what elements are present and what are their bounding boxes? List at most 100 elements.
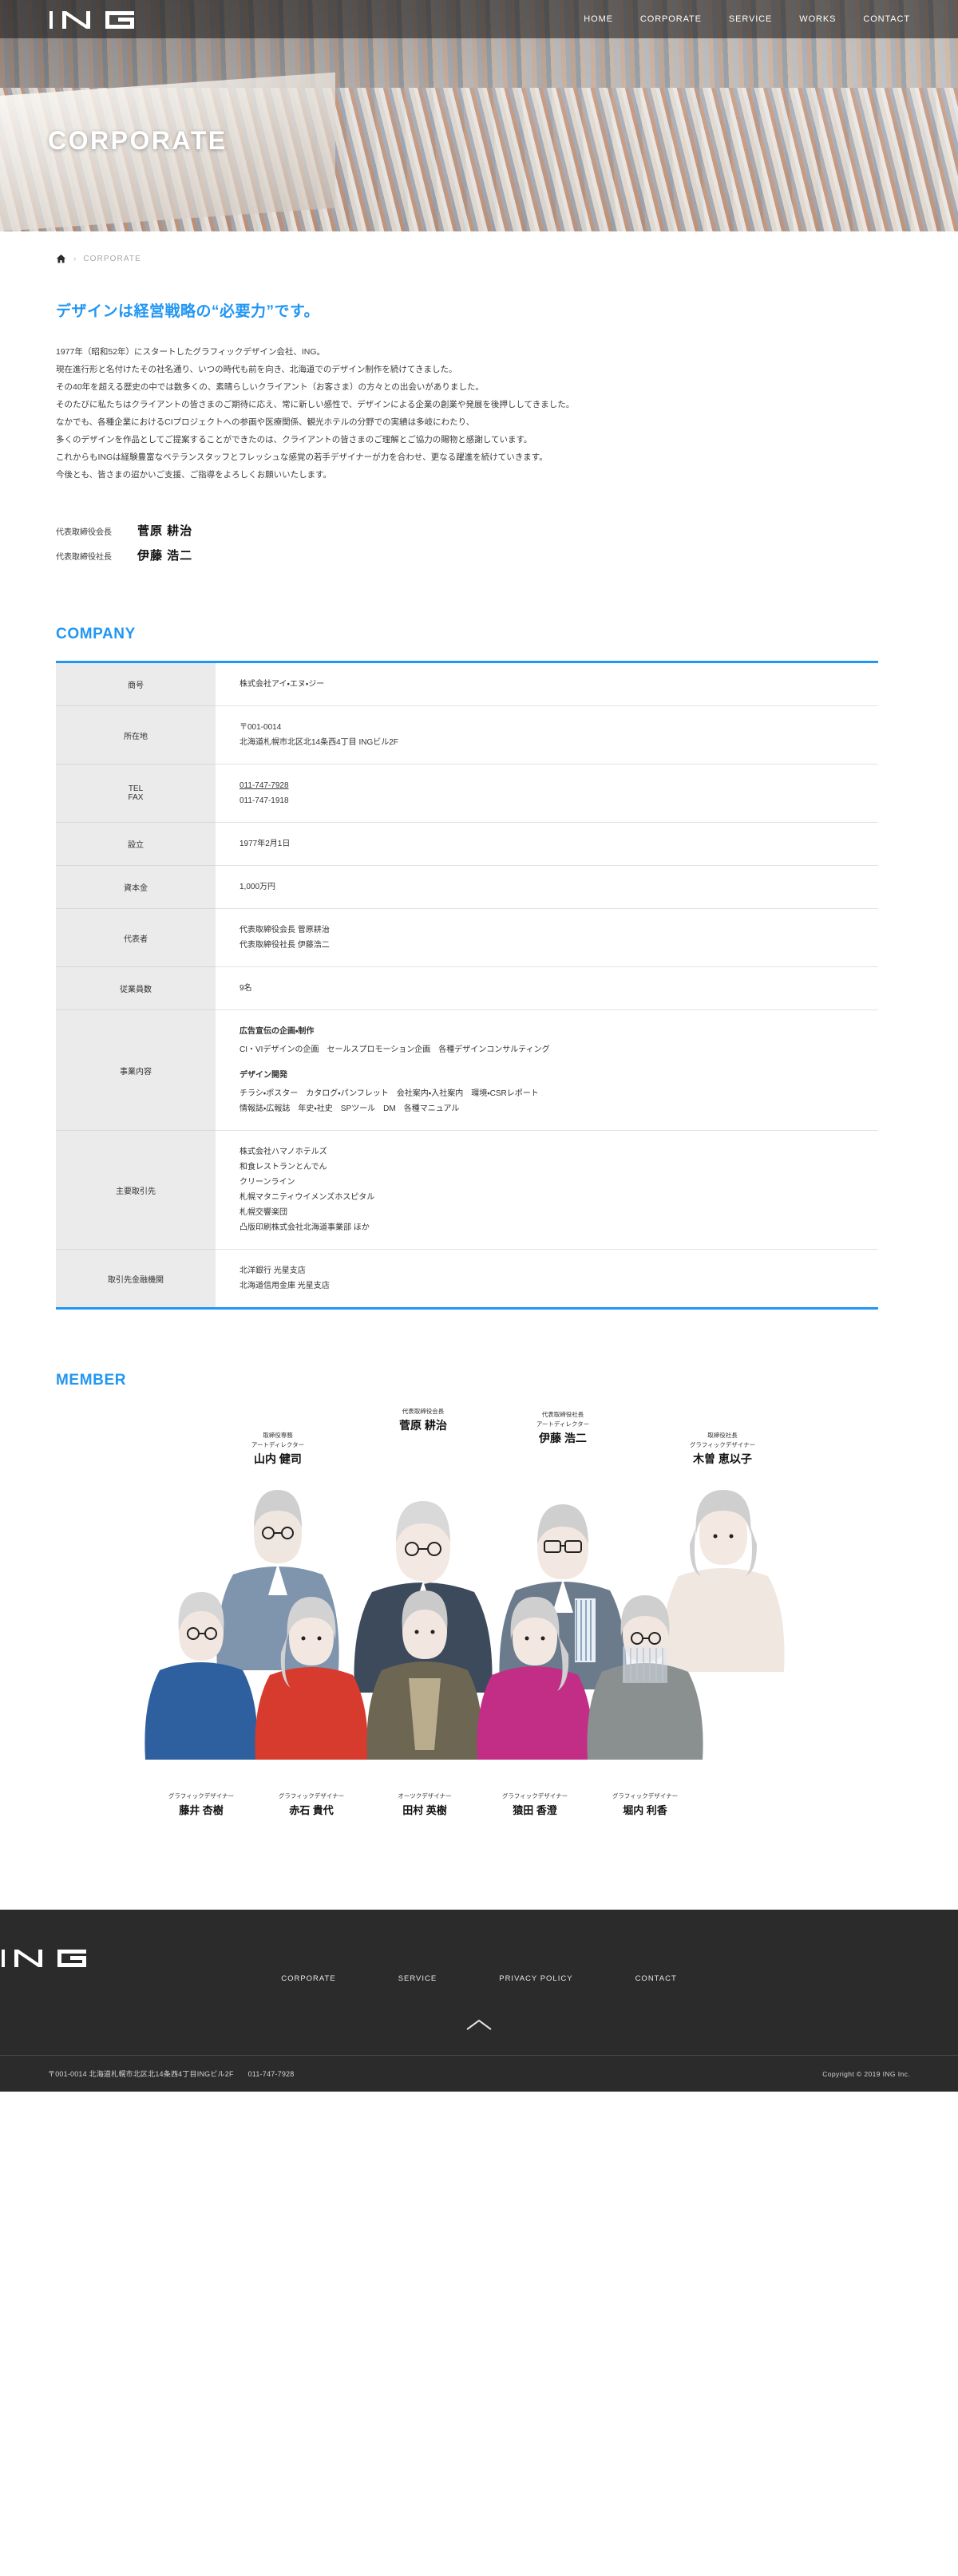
row-value: 株式会社アイ・エヌ・ジー [216,662,878,706]
value-line: クリーンライン [240,1178,295,1187]
member-name: 猿田 香澄 [512,1804,558,1816]
row-value: 株式会社ハマノホテルズ 和食レストランとんでん クリーンライン 札幌マタニティウ… [216,1130,878,1250]
company-info-table: 商号 株式会社アイ・エヌ・ジー 所在地 〒001-0014 北海道札幌市北区北1… [56,661,878,1310]
member-heading: MEMBER [56,1372,127,1389]
member-role: 取締役専務 [263,1431,293,1439]
row-value: 代表取締役会長 菅原耕治 代表取締役社長 伊藤浩二 [216,908,878,967]
value-line: CI・VIデザインの企画 セールスプロモーション企画 各種デザインコンサルティン… [240,1045,550,1054]
lead-line: 今後とも、皆さまの迢かいご支援、ご指導をよろしくお願いいたします。 [56,470,332,480]
table-row: 取引先金融機関 北洋銀行 光星支店 北海道信用金庫 光星支店 [56,1249,878,1309]
breadcrumb-current: CORPORATE [83,255,141,263]
row-value: 北洋銀行 光星支店 北海道信用金庫 光星支店 [216,1250,878,1309]
nav-item-contact[interactable]: CONTACT [863,14,910,24]
nav-item-corporate[interactable]: CORPORATE [640,14,702,24]
member-name: 木曽 恵以子 [692,1452,752,1465]
site-logo[interactable] [48,8,152,32]
value-line: 札幌交響楽団 [240,1208,287,1217]
footer-navigation[interactable]: CORPORATE SERVICE PRIVACY POLICY CONTACT [0,1974,958,2018]
footer-copyright: Copyright © 2019 ING Inc. [822,2069,910,2078]
value-line: 札幌マタニティウイメンズホスピタル [240,1193,375,1202]
signature-name: 菅原 耕治 [137,524,193,538]
value-line: 凸版印刷株式会社北海道事業部 ほか [240,1223,370,1232]
row-label: 事業内容 [56,1009,216,1131]
lead-line: なかでも、各種企業におけるCIプロジェクトへの参画や医療関係、観光ホテルの分野で… [56,417,475,427]
member-illustration: 取締役専務 アートディレクター 山内 健司 代表取締役会長 菅原 耕治 代表取締… [48,1407,910,1854]
nav-item-works[interactable]: WORKS [799,14,836,24]
table-row: 所在地 〒001-0014 北海道札幌市北区北14条西4丁目 INGビル2F [56,705,878,765]
breadcrumb: › CORPORATE [48,254,910,264]
label-line: FAX [128,793,144,802]
page-title: CORPORATE [48,126,228,155]
footer-nav-corporate[interactable]: CORPORATE [281,1974,335,1983]
footer-logo[interactable] [0,1950,104,1973]
member-role: グラフィックデザイナー [690,1440,755,1448]
value-line: 株式会社ハマノホテルズ [240,1148,327,1156]
footer-address-text: 〒001-0014 北海道札幌市北区北14条西4丁目INGビル2F [48,2070,234,2078]
signature-role: 代表取締役社長 [56,553,112,562]
ing-logo-icon [2,1950,86,1967]
value-line: 代表取締役会長 菅原耕治 [240,926,330,934]
footer-address: 〒001-0014 北海道札幌市北区北14条西4丁目INGビル2F 011-747… [48,2068,294,2079]
site-footer: CORPORATE SERVICE PRIVACY POLICY CONTACT… [0,1910,958,2092]
table-row: TEL FAX 011-747-7928 011-747-1918 [56,764,878,823]
member-role: 取締役社長 [707,1431,738,1439]
chevron-up-icon [466,2019,492,2030]
lead-line: これからもINGは経験豊富なベテランスタッフとフレッシュな感覚の若手デザイナーが… [56,452,548,462]
row-label: 資本金 [56,865,216,909]
member-role: アートディレクター [251,1440,304,1448]
member-name: 堀内 利香 [623,1804,668,1816]
member-role: アートディレクター [536,1420,589,1428]
footer-nav-contact[interactable]: CONTACT [635,1974,677,1983]
back-to-top-button[interactable] [0,2018,958,2055]
nav-item-service[interactable]: SERVICE [729,14,772,24]
row-label: 取引先金融機関 [56,1249,216,1309]
member-role: グラフィックデザイナー [612,1792,678,1800]
table-row: 主要取引先 株式会社ハマノホテルズ 和食レストランとんでん クリーンライン 札幌… [56,1130,878,1250]
home-icon [56,254,66,263]
value-line: 代表取締役社長 伊藤浩二 [240,941,330,950]
group-title: 広告宣伝の企画・制作 [240,1027,315,1036]
row-value: 1977年2月1日 [216,822,878,866]
footer-bottom-bar: 〒001-0014 北海道札幌市北区北14条西4丁目INGビル2F 011-747… [0,2055,958,2092]
signature-row: 代表取締役会長 菅原 耕治 [56,522,910,539]
footer-nav-service[interactable]: SERVICE [398,1974,437,1983]
lead-line: その40年を超える歴史の中では数多くの、素晴らしいクライアント（お客さま）の方々… [56,382,484,392]
member-role: 代表取締役社長 [542,1410,584,1418]
lead-line: そのたびに私たちはクライアントの皆さまのご期待に応え、常に新しい感性で、デザイン… [56,400,575,409]
ing-logo-icon [49,11,134,29]
row-value: 011-747-7928 011-747-1918 [216,764,878,823]
row-value: 〒001-0014 北海道札幌市北区北14条西4丁目 INGビル2F [216,705,878,765]
lead-paragraphs: 1977年（昭和52年）にスタートしたグラフィックデザイン会社、ING。 現在進… [56,343,910,484]
value-line: 北海道札幌市北区北14条西4丁目 INGビル2F [240,738,398,747]
breadcrumb-home-link[interactable] [56,254,66,264]
main-navigation[interactable]: HOME CORPORATE SERVICE WORKS CONTACT [584,8,910,30]
staff-group-illustration: 取締役専務 アートディレクター 山内 健司 代表取締役会長 菅原 耕治 代表取締… [144,1407,785,1816]
table-row: 代表者 代表取締役会長 菅原耕治 代表取締役社長 伊藤浩二 [56,908,878,967]
member-name: 菅原 耕治 [399,1419,447,1432]
member-role: 代表取締役会長 [402,1407,445,1415]
figure-back-4 [662,1490,785,1672]
member-name: 藤井 杏樹 [178,1804,224,1816]
lead-line: 1977年（昭和52年）にスタートしたグラフィックデザイン会社、ING。 [56,347,325,357]
value-line: 北海道信用金庫 光星支店 [240,1282,330,1290]
member-role: グラフィックデザイナー [502,1792,568,1800]
member-name: 伊藤 浩二 [538,1432,587,1444]
value-line: 北洋銀行 光星支店 [240,1266,306,1275]
value-line: 株式会社アイ・エヌ・ジー [240,680,325,689]
table-row: 資本金 1,000万円 [56,865,878,909]
company-heading: COMPANY [56,626,136,642]
member-role: グラフィックデザイナー [279,1792,344,1800]
member-name: 田村 英樹 [402,1804,447,1816]
signature-name: 伊藤 浩二 [137,549,193,563]
row-label: 主要取引先 [56,1130,216,1250]
row-label: 従業員数 [56,966,216,1010]
telephone-link[interactable]: 011-747-7928 [240,781,289,790]
signature-role: 代表取締役会長 [56,528,112,537]
nav-item-home[interactable]: HOME [584,14,613,24]
executive-signatures: 代表取締役会長 菅原 耕治 代表取締役社長 伊藤 浩二 [56,522,910,563]
footer-nav-privacy-policy[interactable]: PRIVACY POLICY [499,1974,572,1983]
value-line: 〒001-0014 [240,723,282,732]
footer-tel[interactable]: 011-747-7928 [248,2070,295,2078]
row-label: 所在地 [56,705,216,765]
